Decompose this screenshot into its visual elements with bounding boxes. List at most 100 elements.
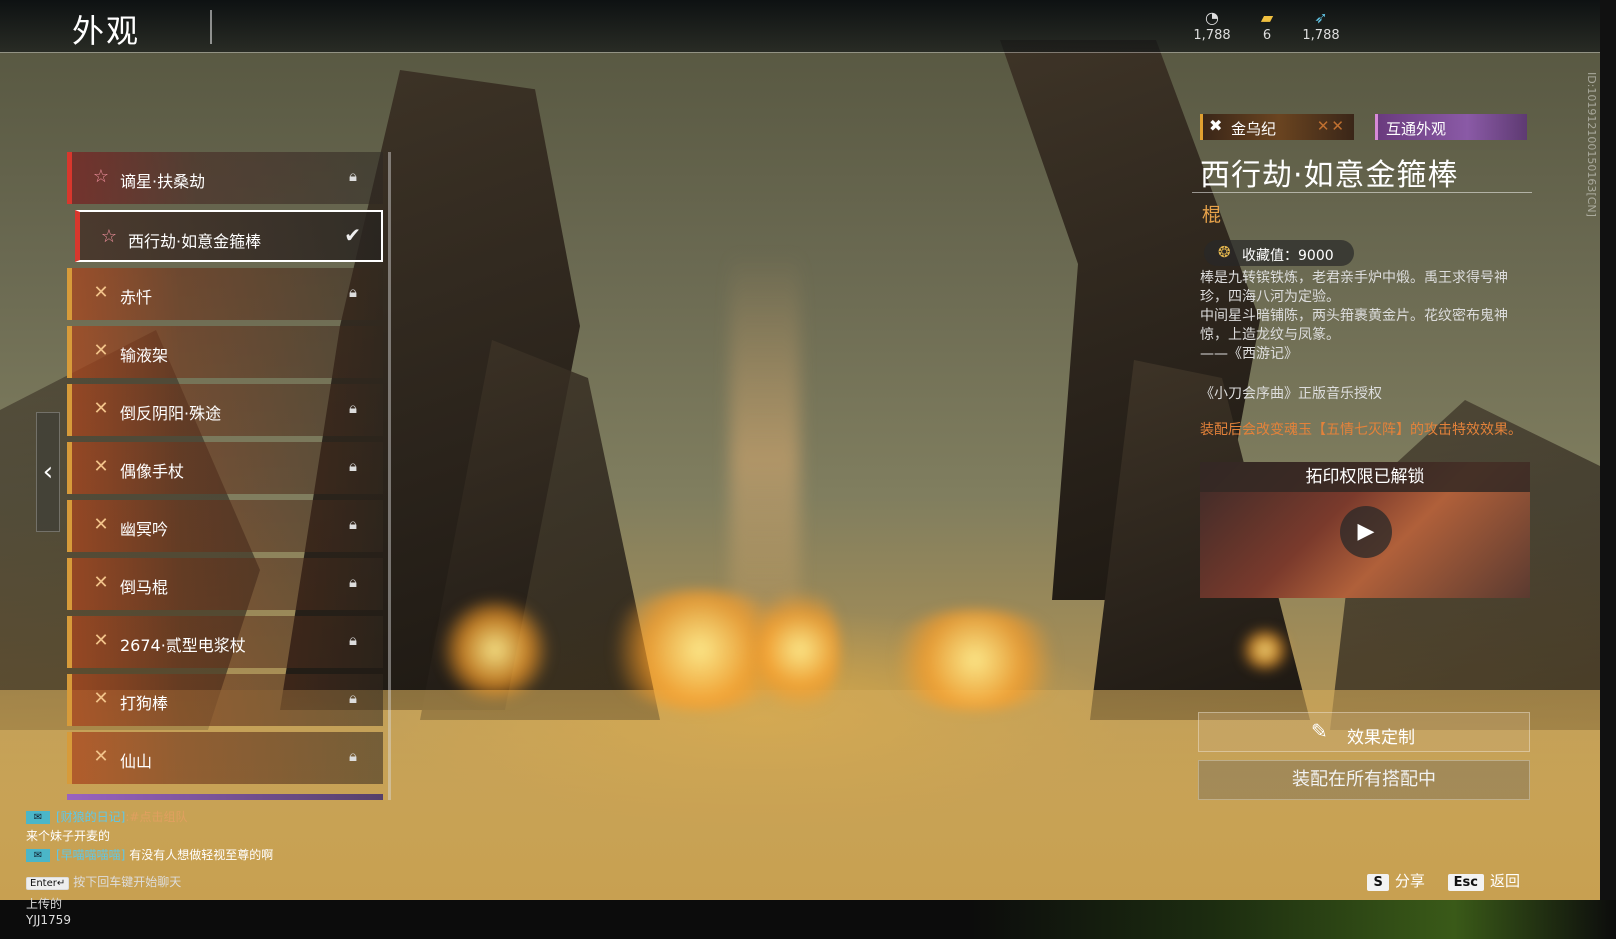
- star-icon: ☆: [92, 166, 110, 187]
- lock-icon: 🔒︎: [349, 631, 357, 649]
- cross-icon: ✕: [93, 688, 109, 709]
- item-label: 输液架: [120, 346, 169, 365]
- item-label: 偶像手杖: [120, 462, 185, 481]
- cross-icon: ✕: [93, 630, 109, 651]
- shared-tag-label: 互通外观: [1386, 120, 1447, 138]
- join-team-link[interactable]: :#点击组队: [125, 810, 187, 824]
- chat-hint[interactable]: Enter↵ 按下回车键开始聊天: [26, 873, 181, 890]
- lock-icon: 🔒︎: [349, 399, 357, 417]
- cross-icon: ✕: [93, 746, 109, 767]
- currency-feather: ➶ 1,788: [1296, 8, 1346, 43]
- item-label: 赤忏: [120, 288, 153, 307]
- currency-value: 6: [1262, 28, 1272, 43]
- list-next-item-peek[interactable]: [67, 794, 383, 800]
- star-icon: ☆: [100, 226, 118, 247]
- name-divider: [1192, 192, 1532, 193]
- lock-icon: 🔒︎: [349, 515, 357, 533]
- item-type: 棍: [1202, 204, 1222, 226]
- item-label: 西行劫·如意金箍棒: [128, 232, 262, 251]
- item-label: 2674·贰型电浆杖: [120, 636, 246, 655]
- effect-note: 装配后会改变魂玉【五情七灭阵】的攻击特效效果。: [1200, 422, 1522, 438]
- lock-icon: 🔒︎: [349, 689, 357, 707]
- list-item[interactable]: ✕ 打狗棒 🔒︎: [67, 674, 383, 726]
- list-item[interactable]: ✕ 幽冥吟 🔒︎: [67, 500, 383, 552]
- chat-message: ✉ [财狼的日记]:#点击组队: [26, 808, 273, 827]
- uploader-watermark: 上传的 YJJ1759: [26, 896, 71, 928]
- uploader-name: YJJ1759: [26, 913, 71, 927]
- share-label: 分享: [1394, 872, 1425, 890]
- chat-text: 有没有人想做轻视至尊的啊: [125, 848, 274, 862]
- button-label: 效果定制: [1347, 728, 1415, 748]
- preview-video[interactable]: 拓印权限已解锁 ▶: [1200, 462, 1530, 598]
- shared-appearance-tag: 互通外观: [1375, 114, 1527, 140]
- currency-ticket: ▰ 6: [1242, 8, 1292, 43]
- series-tag: ✖ 金乌纪 ✕✕: [1200, 114, 1354, 140]
- item-label: 打狗棒: [120, 694, 169, 713]
- cross-icon: ✕: [93, 282, 109, 303]
- fire-effect: [1240, 630, 1290, 670]
- list-item[interactable]: ✕ 倒马棍 🔒︎: [67, 558, 383, 610]
- feather-icon: ➶: [1314, 8, 1328, 27]
- fire-effect: [760, 580, 840, 720]
- lock-icon: 🔒︎: [349, 167, 357, 185]
- currency-soul-coin: ◔ 1,788: [1187, 8, 1237, 43]
- chat-sender[interactable]: [早喵喵喵喵]: [56, 848, 125, 862]
- effect-customize-button[interactable]: ✎ 效果定制: [1198, 712, 1530, 752]
- back-button[interactable]: Esc 返回: [1430, 872, 1520, 891]
- item-label: 仙山: [120, 752, 153, 771]
- cross-icon: ✖: [1209, 116, 1223, 135]
- back-label: 返回: [1489, 872, 1520, 890]
- cross-icon: ✕: [93, 398, 109, 419]
- chat-sender[interactable]: [财狼的日记]: [56, 810, 125, 824]
- page-title: 外观: [72, 12, 141, 50]
- channel-icon: ✉: [26, 811, 50, 824]
- item-label: 倒马棍: [120, 578, 169, 597]
- lock-icon: 🔒︎: [349, 747, 357, 765]
- music-license: 《小刀会序曲》正版音乐授权: [1200, 386, 1382, 402]
- description-line: 棒是九转镔铁炼，老君亲手炉中煅。禹王求得号神珍，四海八河为定验。: [1200, 270, 1508, 305]
- list-item-selected[interactable]: ☆ 西行劫·如意金箍棒 ✔: [75, 210, 383, 262]
- item-label: 幽冥吟: [120, 520, 169, 539]
- item-description: 棒是九转镔铁炼，老君亲手炉中煅。禹王求得号神珍，四海八河为定验。 中间星斗暗铺陈…: [1200, 269, 1532, 364]
- description-line: 中间星斗暗铺陈，两头箝裹黄金片。花纹密布鬼神惊，上造龙纹与凤篆。: [1200, 308, 1508, 343]
- fire-effect: [880, 610, 1070, 710]
- build-id: ID:101912100150163[CN]: [1585, 72, 1598, 217]
- series-tag-label: 金乌纪: [1231, 120, 1277, 138]
- chat-hint-text: 按下回车键开始聊天: [73, 875, 182, 889]
- item-label: 倒反阴阳·殊途: [120, 404, 222, 423]
- appearance-list: ☆ 谪星·扶桑劫 🔒︎ ☆ 西行劫·如意金箍棒 ✔ ✕ 赤忏 🔒︎ ✕ 输液架 …: [67, 152, 383, 802]
- list-item[interactable]: ✕ 倒反阴阳·殊途 🔒︎: [67, 384, 383, 436]
- item-label: 谪星·扶桑劫: [120, 172, 206, 191]
- pattern-icon: ✕✕: [1316, 117, 1346, 135]
- list-item[interactable]: ✕ 赤忏 🔒︎: [67, 268, 383, 320]
- chevron-left-icon: ‹: [42, 457, 54, 487]
- header-divider: [0, 52, 1600, 53]
- chat-message: ✉ [早喵喵喵喵] 有没有人想做轻视至尊的啊: [26, 846, 273, 865]
- play-icon[interactable]: ▶: [1340, 506, 1392, 558]
- chat-message: 来个妹子开麦的: [26, 829, 111, 843]
- equip-all-button[interactable]: 装配在所有搭配中: [1198, 760, 1530, 800]
- list-item[interactable]: ✕ 偶像手杖 🔒︎: [67, 442, 383, 494]
- lock-icon: 🔒︎: [349, 573, 357, 591]
- currency-value: 1,788: [1302, 28, 1340, 43]
- share-button[interactable]: S 分享: [1349, 872, 1425, 891]
- fire-effect: [440, 600, 550, 700]
- video-title: 拓印权限已解锁: [1200, 462, 1530, 492]
- collapse-panel-button[interactable]: ‹: [36, 412, 60, 532]
- bottom-strip: [0, 900, 1616, 939]
- top-bar: 外观 ◔ 1,788 ▰ 6 ➶ 1,788: [0, 0, 1600, 52]
- cross-icon: ✕: [93, 340, 109, 361]
- channel-icon: ✉: [26, 849, 50, 862]
- list-scrollbar[interactable]: [388, 152, 391, 800]
- list-item[interactable]: ✕ 2674·贰型电浆杖 🔒︎: [67, 616, 383, 668]
- list-item[interactable]: ☆ 谪星·扶桑劫 🔒︎: [67, 152, 383, 204]
- collection-icon: ❂: [1218, 243, 1231, 261]
- window-edge: [1600, 0, 1616, 939]
- brush-icon: ✎: [1311, 719, 1328, 743]
- cross-icon: ✕: [93, 572, 109, 593]
- list-item[interactable]: ✕ 输液架: [67, 326, 383, 378]
- chat-box: ✉ [财狼的日记]:#点击组队 来个妹子开麦的 ✉ [早喵喵喵喵] 有没有人想做轻视…: [26, 808, 273, 865]
- title-divider: [210, 10, 212, 44]
- list-item[interactable]: ✕ 仙山 🔒︎: [67, 732, 383, 784]
- ticket-icon: ▰: [1260, 8, 1274, 27]
